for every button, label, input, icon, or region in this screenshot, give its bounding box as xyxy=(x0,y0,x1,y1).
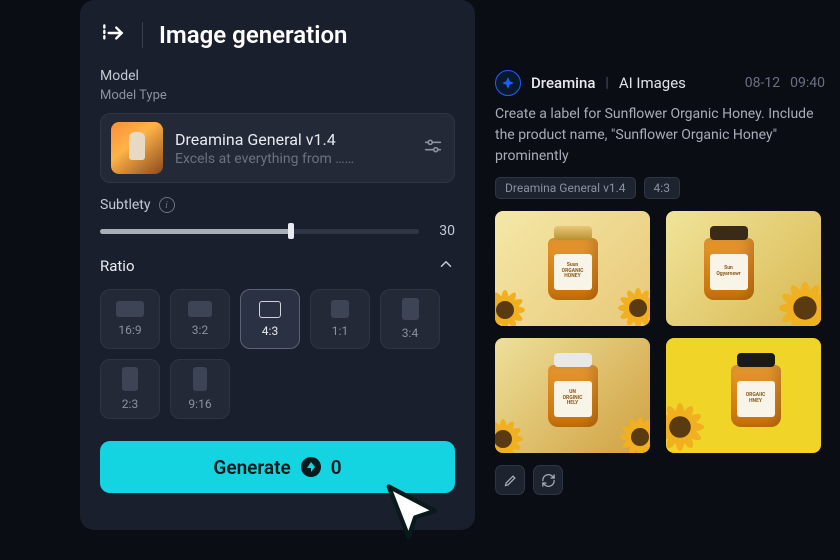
regenerate-button[interactable] xyxy=(533,465,563,495)
subtlety-slider[interactable] xyxy=(100,229,419,234)
ratio-shape-icon xyxy=(331,300,349,318)
sunflower-decoration xyxy=(776,279,821,326)
ratio-text: 1:1 xyxy=(332,324,348,338)
subtlety-slider-row: 30 xyxy=(100,223,455,239)
subtlety-row: Subtlety i xyxy=(100,197,455,213)
bot-avatar-icon xyxy=(495,70,521,96)
sliders-icon[interactable] xyxy=(422,135,444,161)
jar: UNORGINICHELY xyxy=(548,365,598,427)
ratio-grid: 16:9 3:2 4:3 1:1 3:4 2:3 9:16 xyxy=(100,289,455,419)
jar: SuunORGANICHONEY xyxy=(548,238,598,300)
ratio-shape-icon xyxy=(116,301,144,317)
info-icon[interactable]: i xyxy=(159,197,175,213)
result-image-4[interactable]: ORGAIICHNEY xyxy=(666,338,821,453)
panel-header: Image generation xyxy=(100,20,455,50)
generate-button[interactable]: Generate 0 xyxy=(100,441,455,493)
panel-title: Image generation xyxy=(159,21,347,49)
chat-time: 09:40 xyxy=(790,75,825,91)
result-grid: SuunORGANICHONEY SunOgyarnewr UNORGINICH… xyxy=(495,211,825,453)
chat-prompt: Create a label for Sunflower Organic Hon… xyxy=(495,104,825,167)
model-info: Dreamina General v1.4 Excels at everythi… xyxy=(175,130,410,167)
credit-icon xyxy=(301,457,321,477)
subtlety-value: 30 xyxy=(431,223,455,239)
edit-button[interactable] xyxy=(495,465,525,495)
chat-sub: AI Images xyxy=(619,74,686,92)
chat-actions xyxy=(495,465,825,495)
divider xyxy=(142,22,143,48)
sunflower-decoration xyxy=(666,401,706,453)
model-description: Excels at everything from …… xyxy=(175,151,410,167)
ratio-shape-icon xyxy=(122,367,138,391)
ratio-text: 9:16 xyxy=(188,397,211,411)
model-selector[interactable]: Dreamina General v1.4 Excels at everythi… xyxy=(100,113,455,183)
jar: ORGAIICHNEY xyxy=(731,365,781,427)
result-image-2[interactable]: SunOgyarnewr xyxy=(666,211,821,326)
ratio-text: 3:4 xyxy=(402,326,418,340)
result-image-1[interactable]: SuunORGANICHONEY xyxy=(495,211,650,326)
chat-name: Dreamina xyxy=(531,74,595,92)
ratio-1-1[interactable]: 1:1 xyxy=(310,289,370,349)
tag-ratio: 4:3 xyxy=(644,177,680,199)
tag-model: Dreamina General v1.4 xyxy=(495,177,636,199)
chevron-up-icon xyxy=(437,255,455,277)
jar: SunOgyarnewr xyxy=(704,238,754,300)
ratio-3-4[interactable]: 3:4 xyxy=(380,289,440,349)
sunflower-decoration xyxy=(495,288,527,326)
ratio-text: 2:3 xyxy=(122,397,138,411)
result-image-3[interactable]: UNORGINICHELY xyxy=(495,338,650,453)
ratio-label: Ratio xyxy=(100,257,135,275)
sunflower-decoration xyxy=(618,415,650,453)
image-generation-panel: Image generation Model Model Type Dreami… xyxy=(80,0,475,530)
ratio-shape-icon xyxy=(402,298,419,320)
ratio-text: 4:3 xyxy=(262,324,278,338)
expand-icon[interactable] xyxy=(100,20,126,50)
generate-cost: 0 xyxy=(331,456,342,479)
ratio-shape-icon xyxy=(193,367,207,391)
ratio-4-3[interactable]: 4:3 xyxy=(240,289,300,349)
slider-thumb[interactable] xyxy=(288,223,294,239)
ratio-16-9[interactable]: 16:9 xyxy=(100,289,160,349)
model-thumbnail xyxy=(111,122,163,174)
ratio-2-3[interactable]: 2:3 xyxy=(100,359,160,419)
chat-tags: Dreamina General v1.4 4:3 xyxy=(495,177,825,199)
ratio-header[interactable]: Ratio xyxy=(100,255,455,277)
model-section-label: Model xyxy=(100,68,455,84)
generate-label: Generate xyxy=(213,456,290,479)
chat-result: Dreamina | AI Images 08-12 09:40 Create … xyxy=(495,70,825,495)
sunflower-decoration xyxy=(495,417,525,453)
ratio-9-16[interactable]: 9:16 xyxy=(170,359,230,419)
ratio-shape-icon xyxy=(259,301,281,318)
sunflower-decoration xyxy=(616,286,650,326)
chat-date: 08-12 xyxy=(745,75,780,91)
chat-header: Dreamina | AI Images 08-12 09:40 xyxy=(495,70,825,96)
ratio-text: 3:2 xyxy=(192,323,208,337)
ratio-3-2[interactable]: 3:2 xyxy=(170,289,230,349)
ratio-text: 16:9 xyxy=(118,323,141,337)
model-type-label: Model Type xyxy=(100,88,455,103)
separator: | xyxy=(605,75,608,91)
model-name: Dreamina General v1.4 xyxy=(175,130,410,149)
subtlety-label: Subtlety xyxy=(100,197,151,213)
ratio-shape-icon xyxy=(188,301,212,317)
